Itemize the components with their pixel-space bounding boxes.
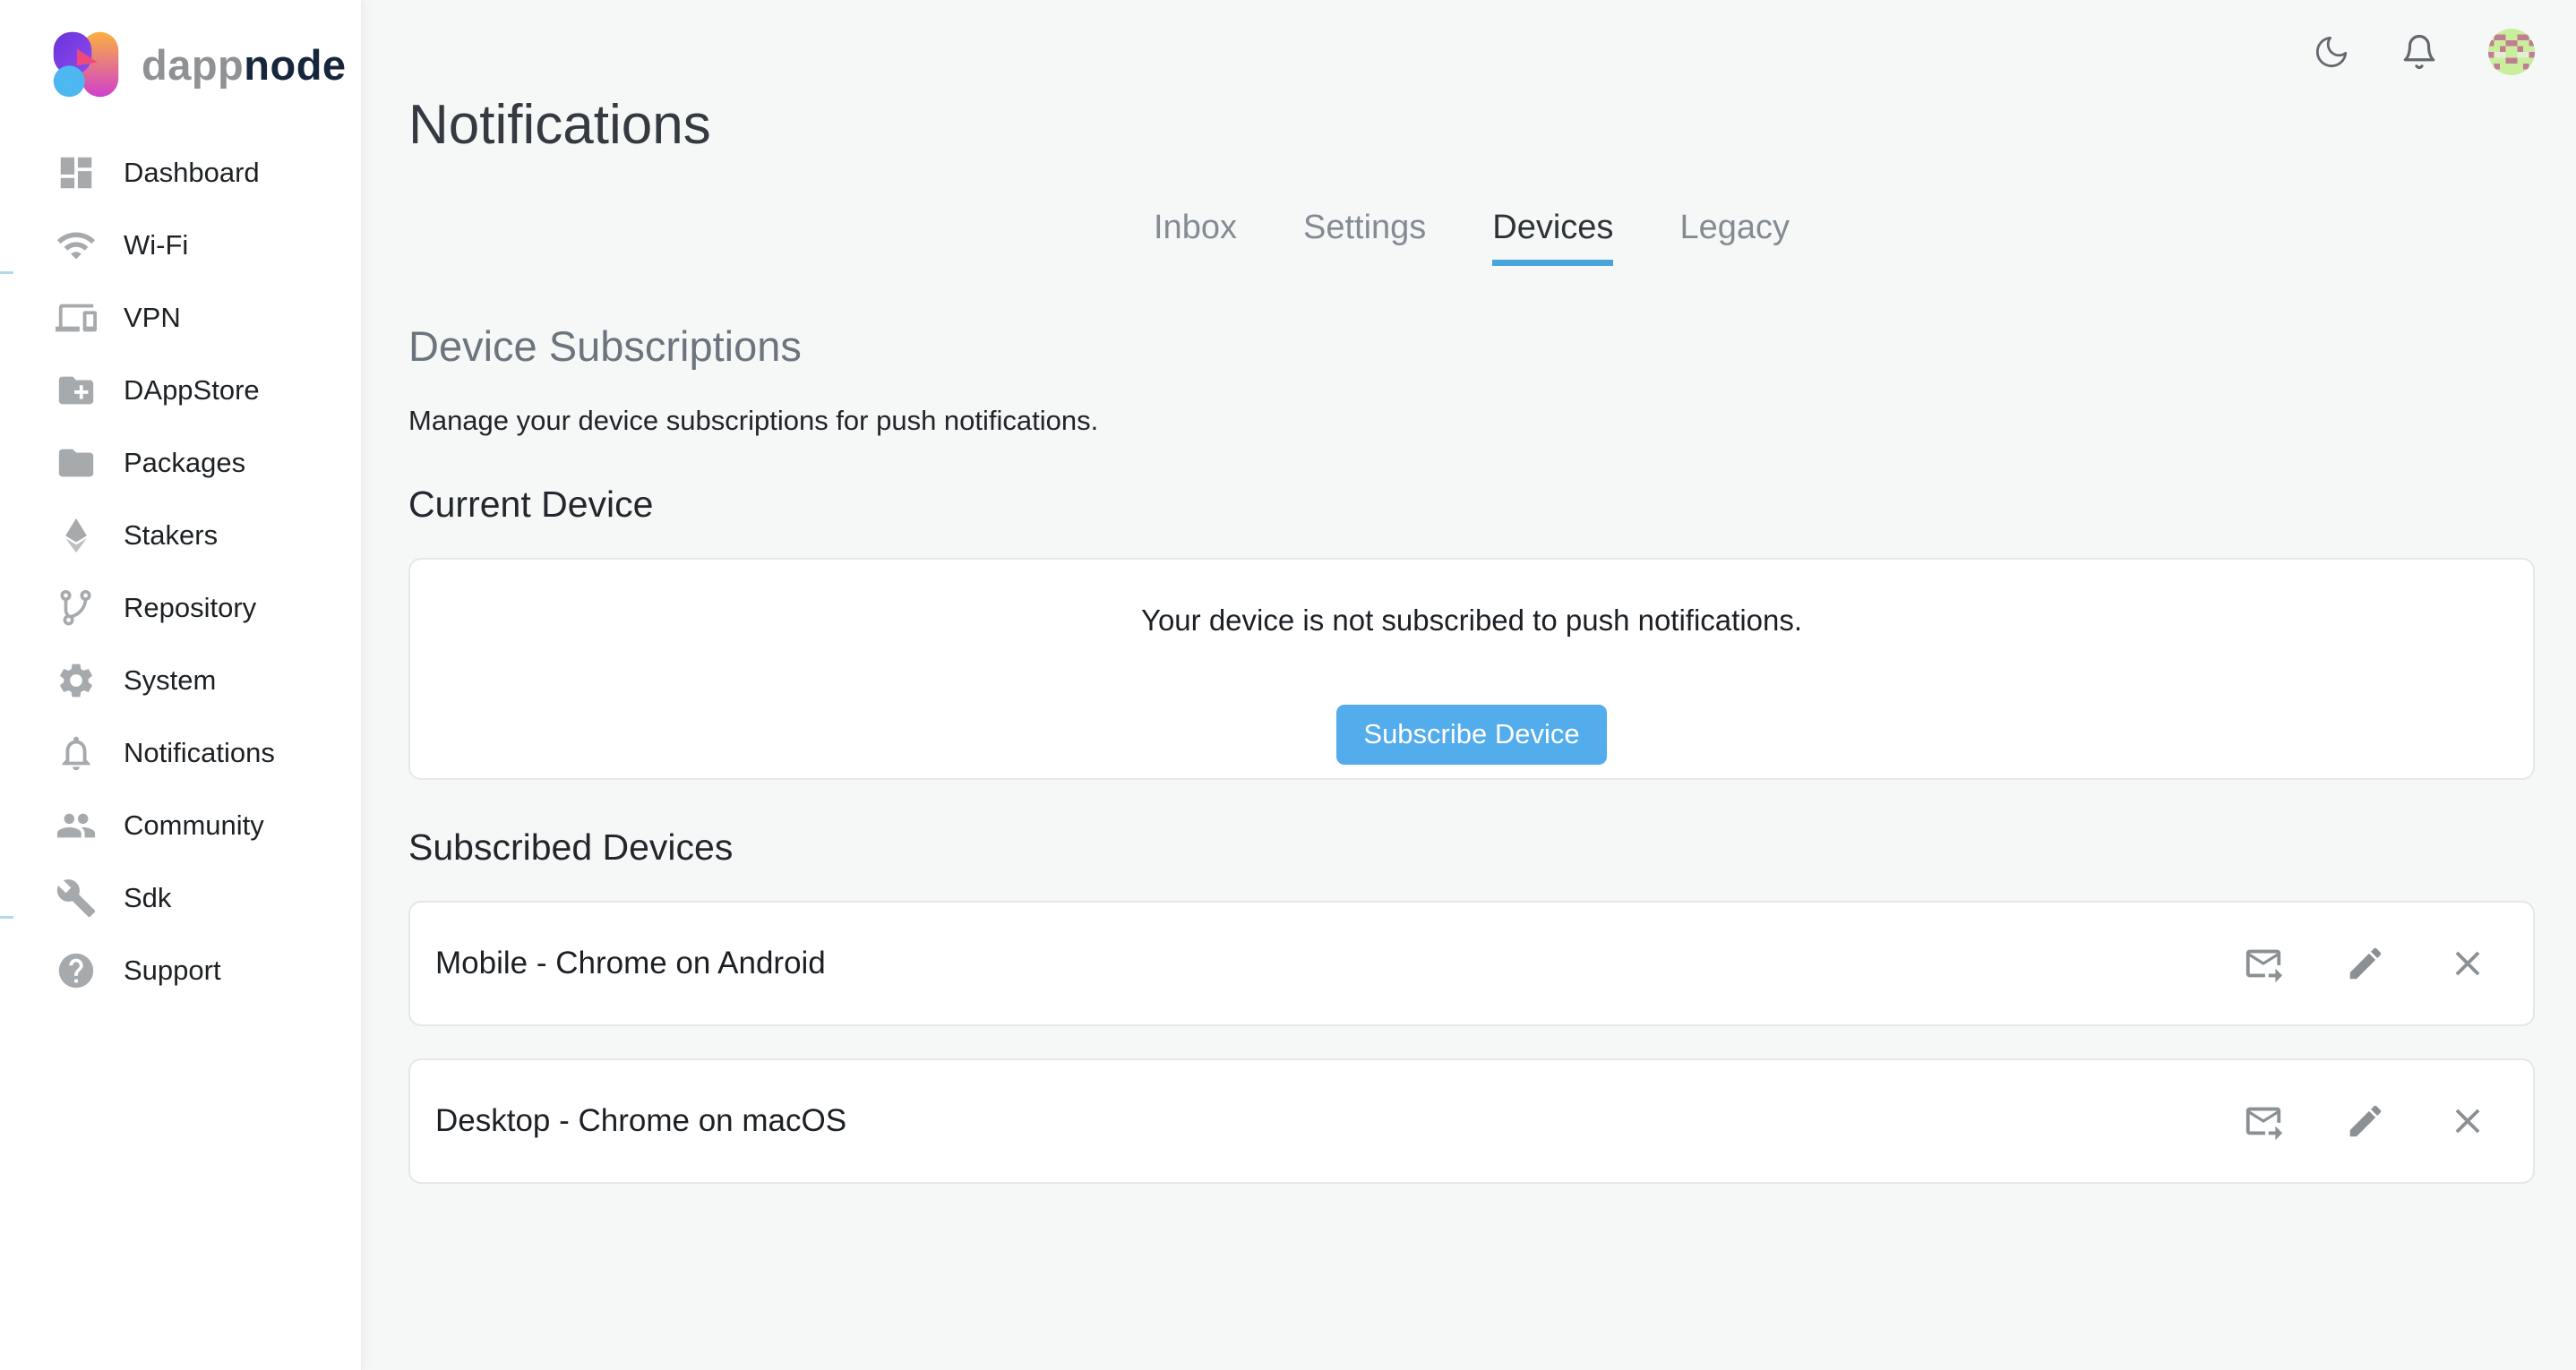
bell-icon <box>56 732 97 774</box>
sidebar-item-sdk[interactable]: Sdk <box>0 861 361 934</box>
sidebar-item-stakers[interactable]: Stakers <box>0 499 361 571</box>
dappnode-logo-icon <box>50 29 122 100</box>
dark-mode-moon-icon[interactable] <box>2313 33 2350 71</box>
device-name: Desktop - Chrome on macOS <box>435 1103 846 1139</box>
people-icon <box>56 805 97 846</box>
device-row: Mobile - Chrome on Android <box>408 901 2535 1026</box>
page-title: Notifications <box>408 93 2535 157</box>
sidebar-item-support[interactable]: Support <box>0 934 361 1006</box>
dashboard-icon <box>56 152 97 193</box>
tab-bar: Inbox Settings Devices Legacy <box>408 209 2535 266</box>
sidebar-item-packages[interactable]: Packages <box>0 426 361 499</box>
sidebar-item-label: Repository <box>124 592 256 624</box>
sidebar-item-system[interactable]: System <box>0 644 361 716</box>
sidebar-item-label: Stakers <box>124 519 218 552</box>
user-avatar[interactable] <box>2488 29 2535 75</box>
tab-legacy[interactable]: Legacy <box>1679 209 1790 266</box>
edit-icon[interactable] <box>2345 943 2386 984</box>
device-row: Desktop - Chrome on macOS <box>408 1058 2535 1184</box>
sidebar-item-dashboard[interactable]: Dashboard <box>0 136 361 209</box>
device-name: Mobile - Chrome on Android <box>435 946 826 981</box>
sidebar-item-label: Wi-Fi <box>124 229 188 261</box>
sidebar-item-label: Support <box>124 955 221 987</box>
send-test-notification-icon[interactable] <box>2243 943 2284 984</box>
sidebar-item-community[interactable]: Community <box>0 789 361 861</box>
device-row-actions <box>2243 943 2488 984</box>
sidebar-nav: Dashboard Wi-Fi VPN DAppStore Packages <box>0 136 361 1006</box>
sidebar-item-label: Notifications <box>124 737 275 769</box>
subscribed-devices-heading: Subscribed Devices <box>408 826 2535 869</box>
current-device-heading: Current Device <box>408 484 2535 526</box>
help-icon <box>56 950 97 991</box>
ethereum-icon <box>56 515 97 556</box>
tab-settings[interactable]: Settings <box>1303 209 1426 266</box>
edit-icon[interactable] <box>2345 1100 2386 1142</box>
folder-icon <box>56 442 97 484</box>
notifications-bell-icon[interactable] <box>2400 33 2438 71</box>
sidebar-item-label: Dashboard <box>124 157 260 189</box>
delete-icon[interactable] <box>2447 943 2488 984</box>
subscribe-device-button[interactable]: Subscribe Device <box>1336 705 1606 765</box>
sidebar-item-repository[interactable]: Repository <box>0 571 361 644</box>
git-branch-icon <box>56 587 97 629</box>
section-description: Manage your device subscriptions for pus… <box>408 405 2535 437</box>
device-row-actions <box>2243 1100 2488 1142</box>
devices-icon <box>56 297 97 338</box>
sidebar-scroll-indicator <box>0 271 13 274</box>
sidebar-item-label: Community <box>124 809 264 842</box>
dappnode-logo[interactable]: dappnode <box>0 0 361 100</box>
wifi-icon <box>56 225 97 266</box>
tab-inbox[interactable]: Inbox <box>1154 209 1237 266</box>
gear-icon <box>56 660 97 701</box>
sidebar-item-label: Sdk <box>124 882 171 914</box>
dappnode-wordmark: dappnode <box>142 40 347 90</box>
sidebar-item-dappstore[interactable]: DAppStore <box>0 354 361 426</box>
current-device-message: Your device is not subscribed to push no… <box>1141 604 1802 638</box>
folder-plus-icon <box>56 370 97 411</box>
sidebar-item-notifications[interactable]: Notifications <box>0 716 361 789</box>
section-title: Device Subscriptions <box>408 321 2535 371</box>
sidebar: dappnode Dashboard Wi-Fi VPN DAppStore <box>0 0 362 1370</box>
tab-devices[interactable]: Devices <box>1492 209 1613 266</box>
sidebar-item-label: VPN <box>124 302 181 334</box>
current-device-card: Your device is not subscribed to push no… <box>408 558 2535 780</box>
sidebar-item-label: Packages <box>124 447 245 479</box>
sidebar-item-wifi[interactable]: Wi-Fi <box>0 209 361 281</box>
delete-icon[interactable] <box>2447 1100 2488 1142</box>
topbar <box>408 0 2535 77</box>
main-content: Notifications Inbox Settings Devices Leg… <box>362 0 2576 1370</box>
send-test-notification-icon[interactable] <box>2243 1100 2284 1142</box>
sidebar-item-label: DAppStore <box>124 374 260 407</box>
sidebar-item-vpn[interactable]: VPN <box>0 281 361 354</box>
sidebar-item-label: System <box>124 664 216 697</box>
wrench-icon <box>56 878 97 919</box>
sidebar-scroll-indicator <box>0 916 13 919</box>
